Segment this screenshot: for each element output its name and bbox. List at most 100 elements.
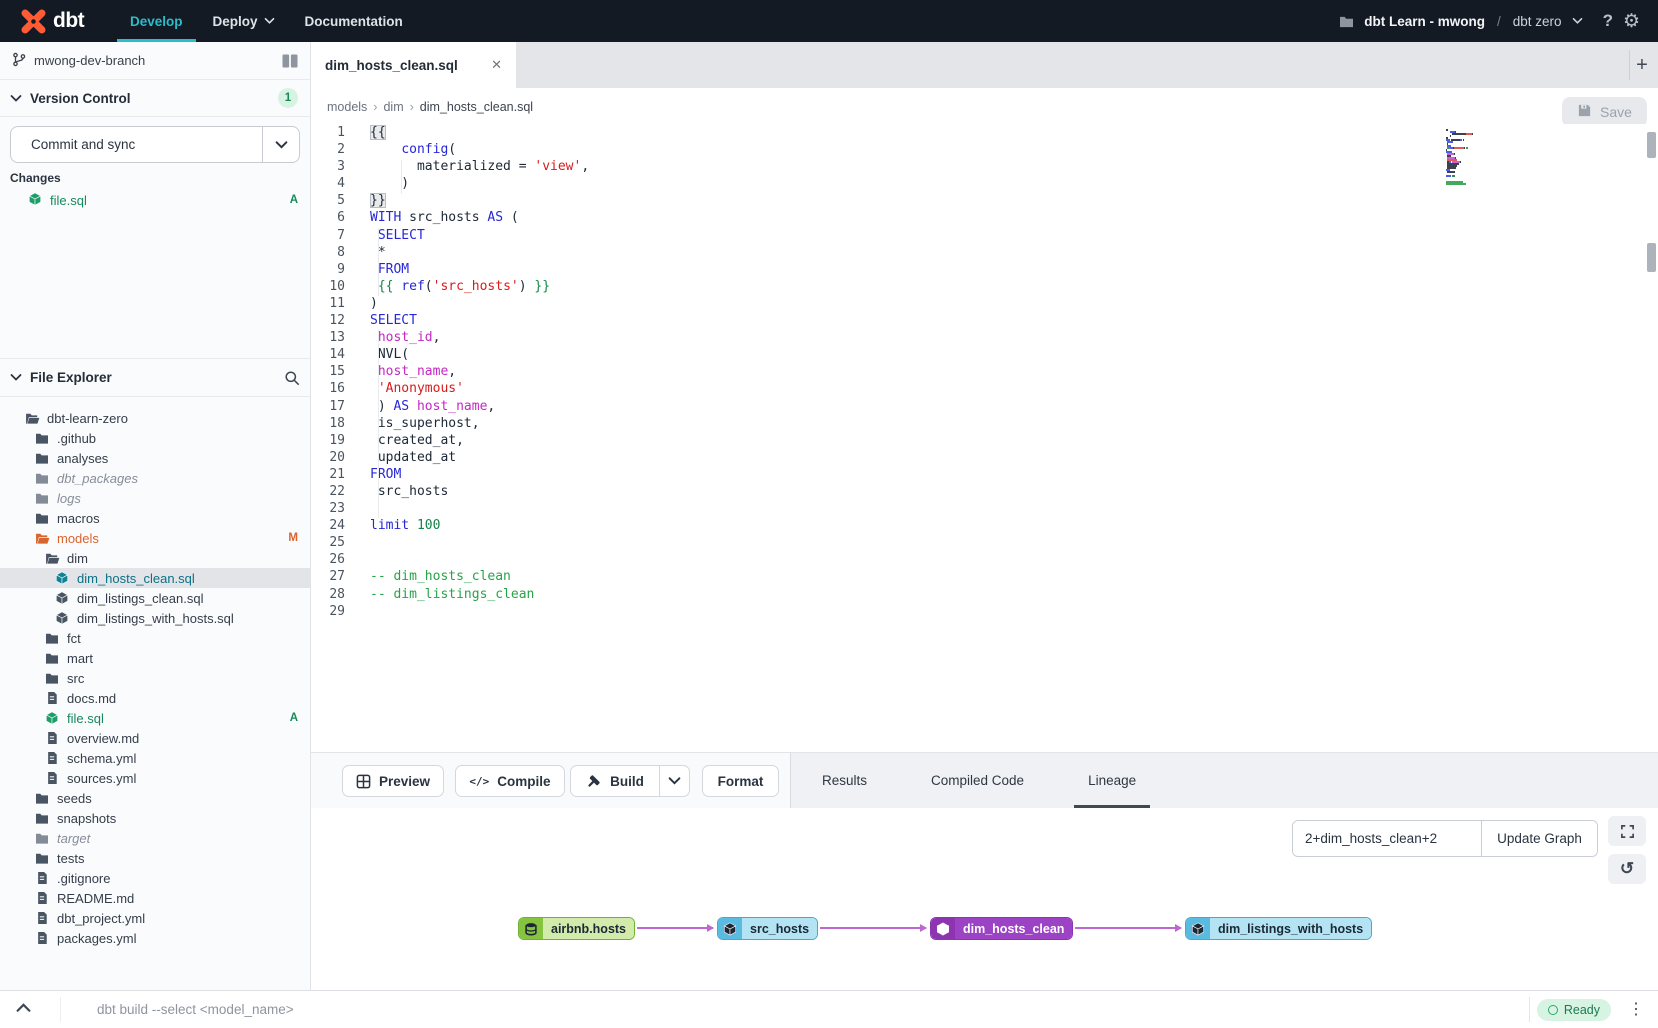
code-line[interactable]: 12SELECT [311,312,1658,329]
book-icon[interactable] [282,54,298,68]
tree-file-docs-md[interactable]: docs.md [0,688,310,708]
editor-scrollbar-thumb[interactable] [1647,132,1656,158]
tree-file-packages-yml[interactable]: packages.yml [0,928,310,948]
gear-icon[interactable]: ⚙ [1623,12,1640,31]
code-line[interactable]: 18 is_superhost, [311,415,1658,432]
environment-name[interactable]: dbt zero [1513,14,1562,29]
close-icon[interactable]: ✕ [491,57,502,73]
chevron-up-icon[interactable] [16,1002,31,1013]
tree-folder-tests[interactable]: tests [0,848,310,868]
format-button[interactable]: Format [702,765,779,797]
help-icon[interactable]: ? [1603,11,1613,31]
lineage-node-dim-hosts-clean[interactable]: dim_hosts_clean [930,917,1073,940]
tree-folder-mart[interactable]: mart [0,648,310,668]
code-line[interactable]: 20 updated_at [311,449,1658,466]
fullscreen-icon[interactable] [1608,816,1646,846]
breadcrumb-item[interactable]: dim [383,100,403,114]
code-line[interactable]: 22 src_hosts [311,483,1658,500]
tree-folder-analyses[interactable]: analyses [0,448,310,468]
tree-file-overview-md[interactable]: overview.md [0,728,310,748]
tree-folder-logs[interactable]: logs [0,488,310,508]
lineage-selector-input[interactable] [1293,821,1481,856]
lineage-node-airbnb-hosts[interactable]: airbnb.hosts [518,917,635,940]
commit-and-sync-button[interactable]: Commit and sync [10,126,300,163]
code-line[interactable]: 29 [311,603,1658,620]
build-button[interactable]: Build [570,765,660,797]
code-line[interactable]: 9 FROM [311,261,1658,278]
tree-file-readme-md[interactable]: README.md [0,888,310,908]
code-line[interactable]: 21FROM [311,466,1658,483]
project-name[interactable]: dbt Learn - mwong [1364,14,1485,29]
code-line[interactable]: 19 created_at, [311,432,1658,449]
tree-file--gitignore[interactable]: .gitignore [0,868,310,888]
nav-item-documentation[interactable]: Documentation [290,0,418,42]
tree-file-schema-yml[interactable]: schema.yml [0,748,310,768]
code-line[interactable]: 23 [311,500,1658,517]
save-button[interactable]: Save [1562,97,1647,127]
new-tab-button[interactable]: + [1631,42,1653,88]
code-line[interactable]: 7 SELECT [311,227,1658,244]
code-line[interactable]: 25 [311,534,1658,551]
lineage-node-dim-listings-with-hosts[interactable]: dim_listings_with_hosts [1185,917,1372,940]
tree-item-label: dim [67,551,88,566]
changed-file-row[interactable]: file.sqlA [0,190,310,210]
breadcrumb-item[interactable]: models [327,100,367,114]
reset-view-icon[interactable]: ↺ [1608,854,1646,884]
tree-folder-target[interactable]: target [0,828,310,848]
nav-item-deploy[interactable]: Deploy [198,0,290,42]
tree-file-dim-hosts-clean-sql[interactable]: dim_hosts_clean.sql [0,568,310,588]
tree-file-dbt-project-yml[interactable]: dbt_project.yml [0,908,310,928]
code-line[interactable]: 28-- dim_listings_clean [311,586,1658,603]
update-graph-button[interactable]: Update Graph [1481,821,1597,856]
nav-item-develop[interactable]: Develop [115,0,198,42]
search-icon[interactable] [284,370,300,386]
tab-dim-hosts-clean[interactable]: dim_hosts_clean.sql ✕ [311,42,516,88]
tree-folder-fct[interactable]: fct [0,628,310,648]
git-branch-bar[interactable]: mwong-dev-branch [0,42,310,80]
code-editor[interactable]: 1{{2 config(3 materialized = 'view',4 )5… [311,124,1658,752]
tree-folder-snapshots[interactable]: snapshots [0,808,310,828]
code-line[interactable]: 5}} [311,192,1658,209]
tree-folder-src[interactable]: src [0,668,310,688]
tree-file-sources-yml[interactable]: sources.yml [0,768,310,788]
tree-folder--github[interactable]: .github [0,428,310,448]
code-line[interactable]: 15 host_name, [311,363,1658,380]
code-line[interactable]: 26 [311,551,1658,568]
version-control-header[interactable]: Version Control 1 [0,80,310,117]
code-line[interactable]: 8 * [311,244,1658,261]
file-explorer-header[interactable]: File Explorer [0,358,310,397]
code-line[interactable]: 16 'Anonymous' [311,380,1658,397]
panel-tab-lineage[interactable]: Lineage [1074,753,1150,808]
lineage-node-src-hosts[interactable]: src_hosts [717,917,818,940]
code-line[interactable]: 6WITH src_hosts AS ( [311,209,1658,226]
preview-button[interactable]: Preview [342,765,444,797]
compile-button[interactable]: </>Compile [455,765,565,797]
tree-file-dim-listings-with-hosts-sql[interactable]: dim_listings_with_hosts.sql [0,608,310,628]
tree-folder-seeds[interactable]: seeds [0,788,310,808]
kebab-icon[interactable]: ⋮ [1628,999,1644,1019]
code-line[interactable]: 27-- dim_hosts_clean [311,568,1658,585]
tree-file-dim-listings-clean-sql[interactable]: dim_listings_clean.sql [0,588,310,608]
tree-folder-dbt-learn-zero[interactable]: dbt-learn-zero [0,408,310,428]
code-line[interactable]: 17 ) AS host_name, [311,398,1658,415]
chevron-down-icon[interactable] [1572,17,1583,25]
build-options-chevron[interactable] [660,765,690,797]
code-line[interactable]: 10 {{ ref('src_hosts') }} [311,278,1658,295]
commit-options-chevron[interactable] [262,127,299,162]
code-line[interactable]: 11) [311,295,1658,312]
tree-file-file-sql[interactable]: file.sqlA [0,708,310,728]
tree-folder-macros[interactable]: macros [0,508,310,528]
code-line[interactable]: 13 host_id, [311,329,1658,346]
minimap[interactable] [1446,129,1480,187]
command-input[interactable] [95,991,1475,1028]
tree-folder-dim[interactable]: dim [0,548,310,568]
code-line[interactable]: 14 NVL( [311,346,1658,363]
dbt-logo[interactable]: dbt [0,0,104,42]
tree-folder-models[interactable]: modelsM [0,528,310,548]
editor-scrollbar-thumb[interactable] [1647,243,1656,272]
breadcrumb-item[interactable]: dim_hosts_clean.sql [420,100,533,114]
panel-tab-compiled-code[interactable]: Compiled Code [917,753,1038,808]
code-line[interactable]: 24limit 100 [311,517,1658,534]
panel-tab-results[interactable]: Results [808,753,881,808]
tree-folder-dbt-packages[interactable]: dbt_packages [0,468,310,488]
